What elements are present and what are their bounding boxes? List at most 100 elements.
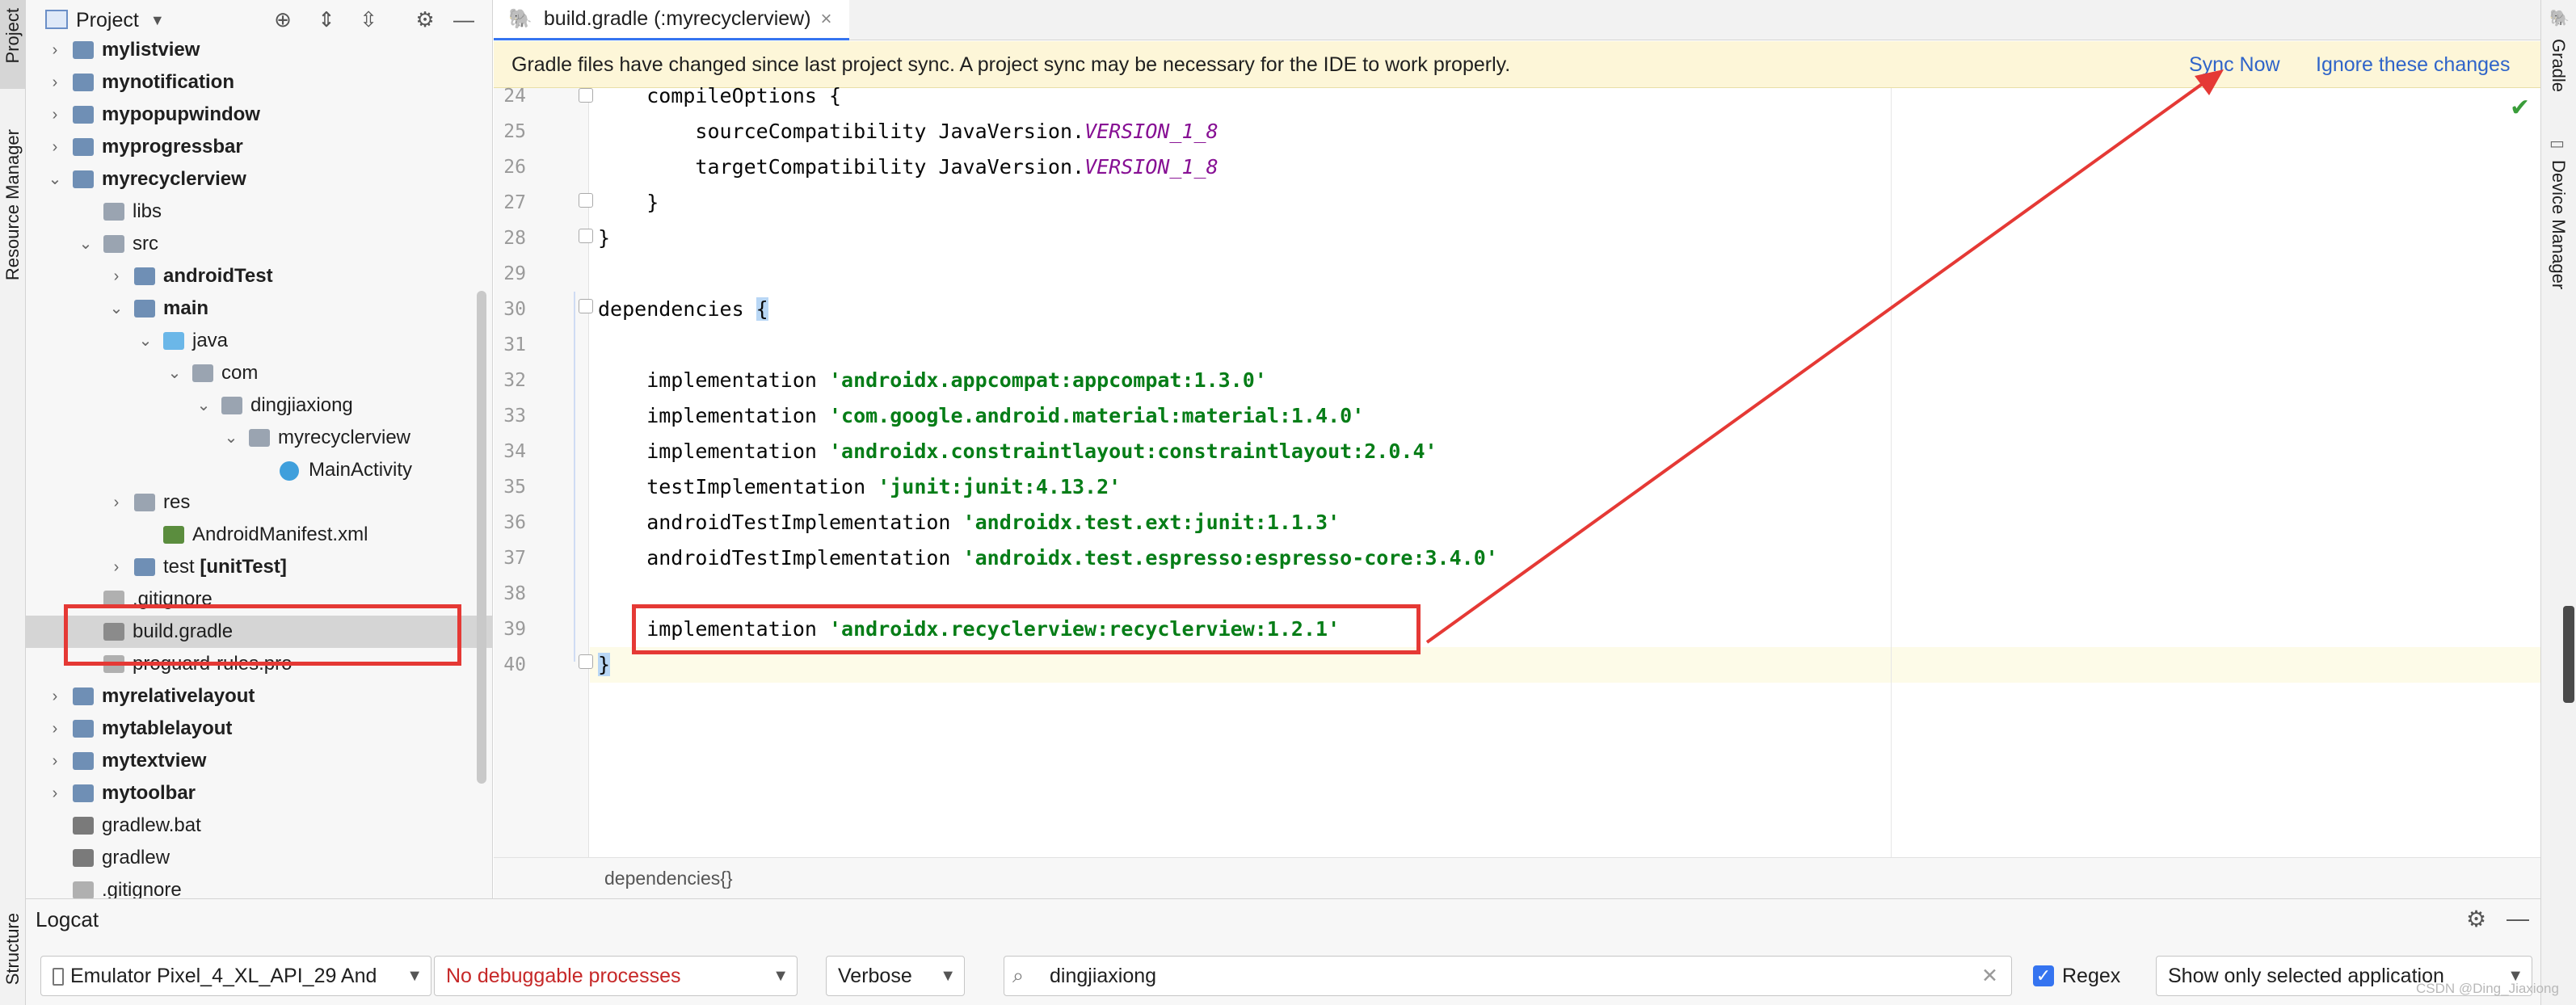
package-icon — [221, 397, 242, 414]
tree-item[interactable]: ⌄ src — [26, 228, 492, 260]
clear-icon[interactable]: ✕ — [1981, 957, 1998, 995]
tree-item-label: mytoolbar — [102, 782, 196, 804]
resources-folder-icon — [134, 494, 155, 511]
breadcrumb[interactable]: dependencies{} — [604, 858, 733, 899]
chevron-right-icon[interactable]: › — [45, 131, 65, 163]
code-line[interactable]: androidTestImplementation 'androidx.test… — [598, 505, 1340, 540]
chevron-right-icon[interactable]: › — [45, 745, 65, 777]
code-line[interactable]: compileOptions { — [598, 78, 841, 114]
chevron-right-icon[interactable]: › — [107, 551, 126, 583]
chevron-right-icon[interactable]: › — [107, 260, 126, 292]
tree-item-label: myprogressbar — [102, 136, 243, 158]
code-line[interactable]: implementation 'androidx.appcompat:appco… — [598, 363, 1267, 398]
device-manager-tool-tab[interactable]: Device Manager — [2548, 160, 2569, 289]
code-line[interactable]: } — [598, 221, 610, 256]
regex-checkbox[interactable]: ✓ — [2033, 965, 2054, 986]
tree-item[interactable]: ⌄ dingjiaxiong — [26, 389, 492, 422]
tree-item[interactable]: › mytextview — [26, 745, 492, 777]
tree-item[interactable]: gradlew.bat — [26, 809, 492, 842]
fold-marker[interactable] — [579, 299, 593, 313]
code-line[interactable]: implementation 'androidx.constraintlayou… — [598, 434, 1437, 469]
left-tool-strip: Project Resource Manager Structure — [0, 0, 26, 1005]
minimize-icon[interactable]: — — [2507, 906, 2529, 931]
resource-manager-tool-tab[interactable]: Resource Manager — [2, 129, 23, 280]
close-icon[interactable]: × — [821, 8, 832, 31]
sync-now-link[interactable]: Sync Now — [2189, 41, 2280, 88]
tree-item[interactable]: libs — [26, 196, 492, 228]
chevron-right-icon[interactable]: › — [45, 99, 65, 131]
tree-item[interactable]: ⌄ myrecyclerview — [26, 163, 492, 196]
device-manager-icon: ▭ — [2549, 135, 2565, 153]
gradle-tool-tab[interactable]: Gradle — [2548, 39, 2569, 92]
script-file-icon — [73, 849, 94, 867]
code-line[interactable]: testImplementation 'junit:junit:4.13.2' — [598, 469, 1121, 505]
tree-item[interactable]: ⌄ java — [26, 325, 492, 357]
fold-marker[interactable] — [579, 88, 593, 103]
minimize-icon[interactable]: — — [451, 6, 477, 32]
gear-icon[interactable]: ⚙ — [412, 6, 438, 32]
tree-item[interactable]: ⌄ main — [26, 292, 492, 325]
fold-marker[interactable] — [579, 654, 593, 669]
chevron-right-icon[interactable]: › — [107, 486, 126, 519]
tree-item-label: com — [221, 362, 259, 384]
tree-item-label: myrecyclerview — [278, 427, 411, 448]
tree-item[interactable]: › mytablelayout — [26, 713, 492, 745]
code-line[interactable]: } — [598, 647, 611, 683]
tree-item[interactable]: › androidTest — [26, 260, 492, 292]
editor-scrollbar-thumb[interactable] — [2563, 606, 2574, 703]
tree-item[interactable]: › test [unitTest] — [26, 551, 492, 583]
locate-icon[interactable]: ⊕ — [270, 6, 296, 32]
tree-item[interactable]: ⌄ com — [26, 357, 492, 389]
code-line[interactable]: implementation 'com.google.android.mater… — [598, 398, 1364, 434]
code-line[interactable]: } — [598, 185, 659, 221]
tree-item[interactable]: › mypopupwindow — [26, 99, 492, 131]
tree-item[interactable]: AndroidManifest.xml — [26, 519, 492, 551]
chevron-right-icon[interactable]: › — [45, 713, 65, 745]
process-select[interactable]: No debuggable processes ▼ — [434, 956, 798, 996]
chevron-down-icon[interactable]: ⌄ — [221, 422, 241, 454]
log-level-value: Verbose — [838, 965, 912, 987]
project-tool-tab[interactable]: Project — [0, 0, 26, 89]
ignore-changes-link[interactable]: Ignore these changes — [2316, 41, 2510, 88]
tree-item[interactable]: › mynotification — [26, 66, 492, 99]
expand-all-icon[interactable]: ⇕ — [314, 6, 339, 32]
code-line[interactable]: sourceCompatibility JavaVersion.VERSION_… — [598, 114, 1218, 149]
chevron-down-icon[interactable]: ⌄ — [194, 389, 213, 422]
gear-icon[interactable]: ⚙ — [2466, 906, 2486, 932]
tree-item[interactable]: › mylistview — [26, 34, 492, 66]
tree-item[interactable]: › res — [26, 486, 492, 519]
logcat-search-input[interactable]: ⌕ dingjiaxiong ✕ — [1004, 956, 2012, 996]
tree-item-label: java — [192, 330, 229, 351]
project-view-title[interactable]: Project — [76, 9, 139, 32]
device-select[interactable]: Emulator Pixel_4_XL_API_29 And ▼ — [40, 956, 431, 996]
code-token: implementation — [598, 368, 829, 392]
code-line[interactable]: targetCompatibility JavaVersion.VERSION_… — [598, 149, 1219, 185]
log-level-select[interactable]: Verbose ▼ — [826, 956, 965, 996]
chevron-down-icon[interactable]: ⌄ — [165, 357, 184, 389]
chevron-right-icon[interactable]: › — [45, 680, 65, 713]
constant: VERSION_1_8 — [1084, 155, 1219, 179]
tree-item[interactable]: ⌄ myrecyclerview — [26, 422, 492, 454]
chevron-down-icon[interactable]: ⌄ — [136, 325, 155, 357]
code-line[interactable]: androidTestImplementation 'androidx.test… — [598, 540, 1498, 576]
chevron-down-icon[interactable]: ▼ — [150, 12, 165, 29]
chevron-down-icon[interactable]: ⌄ — [76, 228, 95, 260]
structure-tool-tab[interactable]: Structure — [2, 913, 23, 985]
chevron-right-icon[interactable]: › — [45, 777, 65, 809]
tab-build-gradle[interactable]: 🐘 build.gradle (:myrecyclerview) × — [494, 0, 849, 40]
collapse-all-icon[interactable]: ⇳ — [356, 6, 381, 32]
chevron-right-icon[interactable]: › — [45, 34, 65, 66]
chevron-down-icon[interactable]: ⌄ — [45, 163, 65, 196]
tree-item[interactable]: MainActivity — [26, 454, 492, 486]
tree-item[interactable]: › myrelativelayout — [26, 680, 492, 713]
tree-item[interactable]: › myprogressbar — [26, 131, 492, 163]
fold-marker[interactable] — [579, 229, 593, 243]
fold-marker[interactable] — [579, 193, 593, 208]
tree-item[interactable]: › mytoolbar — [26, 777, 492, 809]
code-line[interactable]: dependencies { — [598, 292, 768, 327]
tree-item[interactable]: gradlew — [26, 842, 492, 874]
tree-item[interactable]: .gitignore — [26, 874, 492, 898]
tree-scrollbar[interactable] — [477, 291, 486, 784]
chevron-down-icon[interactable]: ⌄ — [107, 292, 126, 325]
chevron-right-icon[interactable]: › — [45, 66, 65, 99]
